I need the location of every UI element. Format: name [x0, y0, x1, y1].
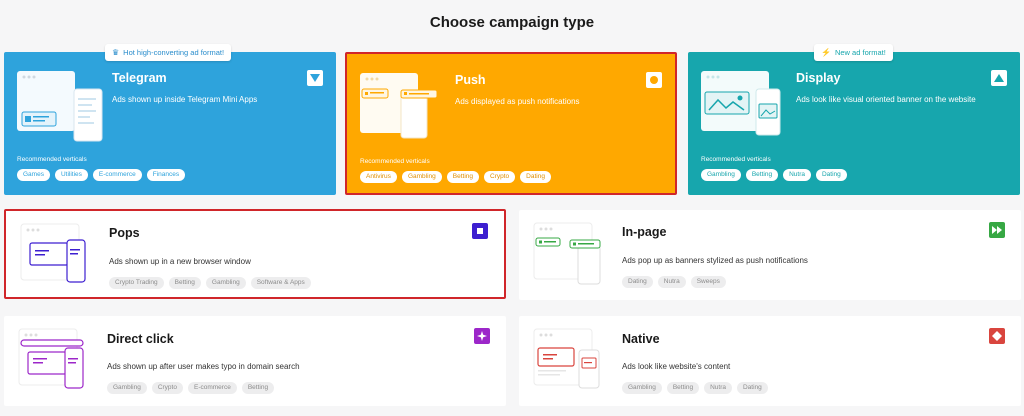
fast-forward-icon — [989, 222, 1005, 238]
card-title: Push — [455, 73, 486, 87]
card-description: Ads shown up after user makes typo in do… — [107, 362, 300, 371]
sparkle-icon — [474, 328, 490, 344]
tag: Crypto Trading — [109, 277, 164, 289]
campaign-card-display[interactable]: ⚡ New ad format! Display Ads look like v… — [688, 44, 1020, 195]
campaign-card-native[interactable]: Native Ads look like website's content G… — [519, 316, 1021, 406]
triangle-down-icon — [307, 70, 323, 86]
vertical-tags: Gambling Crypto E-commerce Betting — [107, 382, 275, 394]
hot-format-badge: ♛ Hot high-converting ad format! — [105, 44, 232, 61]
pops-illustration — [20, 223, 86, 283]
crown-icon: ♛ — [112, 48, 120, 57]
badge-label: Hot high-converting ad format! — [123, 48, 225, 57]
tag: Nutra — [704, 382, 732, 394]
card-title: Telegram — [112, 71, 167, 85]
tag: Games — [17, 169, 50, 181]
tag: Gambling — [701, 169, 741, 181]
card-description: Ads look like visual oriented banner on … — [796, 95, 976, 104]
lightning-icon: ⚡ — [821, 48, 831, 57]
recommended-verticals-label: Recommended verticals — [17, 156, 87, 163]
vertical-tags: Dating Nutra Sweeps — [622, 276, 726, 288]
tag: Utilities — [54, 169, 88, 181]
card-description: Ads pop up as banners stylized as push n… — [622, 256, 808, 265]
tag: Betting — [666, 382, 700, 394]
tag: Finances — [146, 169, 186, 181]
card-title: Native — [622, 332, 660, 346]
tag: Betting — [168, 277, 201, 289]
card-description: Ads shown up inside Telegram Mini Apps — [112, 95, 258, 104]
card-title: Direct click — [107, 332, 174, 346]
tag: Gambling — [107, 382, 147, 394]
card-description: Ads displayed as push notifications — [455, 97, 580, 106]
tag: E-commerce — [92, 169, 142, 181]
tag: Crypto — [151, 382, 183, 394]
recommended-verticals-label: Recommended verticals — [701, 156, 771, 163]
tag: Sweeps — [690, 276, 726, 288]
tag: Betting — [745, 169, 779, 181]
tag: Betting — [446, 171, 480, 183]
tag: Betting — [241, 382, 275, 394]
diamond-icon — [989, 328, 1005, 344]
square-icon — [472, 223, 488, 239]
vertical-tags: Gambling Betting Nutra Dating — [701, 169, 847, 181]
card-description: Ads look like website's content — [622, 362, 731, 371]
tag: Nutra — [783, 169, 811, 181]
native-illustration — [533, 328, 600, 389]
campaign-card-telegram[interactable]: ♛ Hot high-converting ad format! Telegra… — [4, 44, 336, 195]
tag: Dating — [815, 169, 847, 181]
tag: Gambling — [205, 277, 246, 289]
recommended-verticals-label: Recommended verticals — [360, 158, 430, 165]
card-title: In-page — [622, 225, 667, 239]
card-description: Ads shown up in a new browser window — [109, 257, 251, 266]
tag: Dating — [520, 171, 551, 183]
triangle-up-icon — [991, 70, 1007, 86]
card-title: Pops — [109, 226, 140, 240]
display-illustration — [701, 71, 781, 136]
tag: Crypto — [484, 171, 516, 183]
push-illustration — [360, 73, 438, 139]
vertical-tags: Crypto Trading Betting Gambling Software… — [109, 277, 311, 289]
tag: Nutra — [657, 276, 686, 288]
telegram-illustration — [17, 71, 103, 142]
campaign-card-push[interactable]: Push Ads displayed as push notifications… — [345, 52, 677, 195]
campaign-card-inpage[interactable]: In-page Ads pop up as banners stylized a… — [519, 210, 1021, 300]
tag: Antivirus — [360, 171, 397, 183]
card-title: Display — [796, 71, 841, 85]
campaign-card-direct-click[interactable]: Direct click Ads shown up after user mak… — [4, 316, 506, 406]
direct-click-illustration — [18, 328, 84, 389]
tag: Software & Apps — [250, 277, 311, 289]
circle-icon — [646, 72, 662, 88]
badge-label: New ad format! — [834, 48, 886, 57]
page-title: Choose campaign type — [429, 14, 595, 31]
campaign-card-pops[interactable]: Pops Ads shown up in a new browser windo… — [4, 209, 506, 299]
tag: Gambling — [401, 171, 442, 183]
tag: Dating — [736, 382, 768, 394]
vertical-tags: Games Utilities E-commerce Finances — [17, 169, 186, 181]
new-format-badge: ⚡ New ad format! — [814, 44, 893, 61]
tag: Gambling — [622, 382, 662, 394]
inpage-illustration — [533, 222, 601, 285]
tag: Dating — [622, 276, 653, 288]
vertical-tags: Gambling Betting Nutra Dating — [622, 382, 768, 394]
tag: E-commerce — [187, 382, 237, 394]
vertical-tags: Antivirus Gambling Betting Crypto Dating — [360, 171, 551, 183]
